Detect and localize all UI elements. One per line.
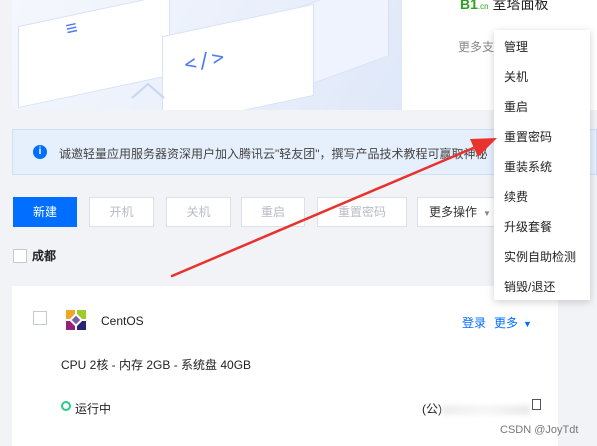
region-group: 成都 [13,247,56,264]
promo-more-link[interactable]: 更多支 [458,38,494,55]
reset-password-button[interactable]: 重置密码 [317,197,407,227]
os-name: CentOS [101,314,144,328]
promo-badge: B1 [460,0,478,12]
more-link-label: 更多 [494,316,519,330]
public-ip: (公) [422,400,530,417]
more-actions-label: 更多操作 [429,205,478,219]
instance-card: CentOS 登录 更多 ▼ CPU 2核 - 内存 2GB - 系统盘 40GB… [12,286,558,446]
triangle-icon [131,82,165,99]
instance-spec: CPU 2核 - 内存 2GB - 系统盘 40GB [61,358,252,372]
ip-prefix: (公) [422,402,442,416]
more-actions-menu: 管理 关机 重启 重置密码 重装系统 续费 升级套餐 实例自助检测 销毁/退还 [494,30,590,300]
copy-icon[interactable] [532,399,541,410]
more-actions-dropdown[interactable]: 更多操作 ▼ [417,197,503,227]
instance-checkbox[interactable] [33,311,47,325]
login-link[interactable]: 登录 [462,314,486,331]
menu-item-self-check[interactable]: 实例自助检测 [504,248,576,265]
region-label: 成都 [32,249,57,263]
centos-logo-icon [66,310,86,330]
status-running-icon [61,401,71,411]
promo-corner-title: B1.cn 室塔面板 [460,0,548,14]
notice-text[interactable]: 诚邀轻量应用服务器资深用户加入腾讯云"轻友团"，撰写产品技术教程可赢取神秘 [59,145,488,162]
info-icon: i [33,145,47,159]
menu-item-renew[interactable]: 续费 [504,188,528,205]
promo-title-text: 室塔面板 [492,0,549,12]
caret-down-icon: ▼ [523,319,532,329]
menu-item-shutdown[interactable]: 关机 [504,68,528,85]
menu-item-destroy-return[interactable]: 销毁/退还 [504,278,555,295]
watermark: CSDN @JoyTdt [500,424,579,436]
start-button[interactable]: 开机 [89,197,154,227]
promo-illustration: ≡ </> [12,0,402,110]
menu-item-reset-password[interactable]: 重置密码 [504,128,552,145]
menu-item-restart[interactable]: 重启 [504,98,528,115]
region-checkbox[interactable] [13,248,27,263]
menu-item-upgrade-plan[interactable]: 升级套餐 [504,218,552,235]
promo-badge-suffix: .cn [477,2,489,11]
caret-down-icon: ▼ [483,209,491,218]
stop-button[interactable]: 关机 [166,197,231,227]
menu-item-reinstall-system[interactable]: 重装系统 [504,158,552,175]
status-text: 运行中 [75,402,112,416]
menu-item-manage[interactable]: 管理 [504,38,528,55]
restart-button[interactable]: 重启 [241,197,305,227]
new-button[interactable]: 新建 [13,197,77,227]
ip-redacted [442,404,530,415]
more-link[interactable]: 更多 ▼ [494,314,532,331]
